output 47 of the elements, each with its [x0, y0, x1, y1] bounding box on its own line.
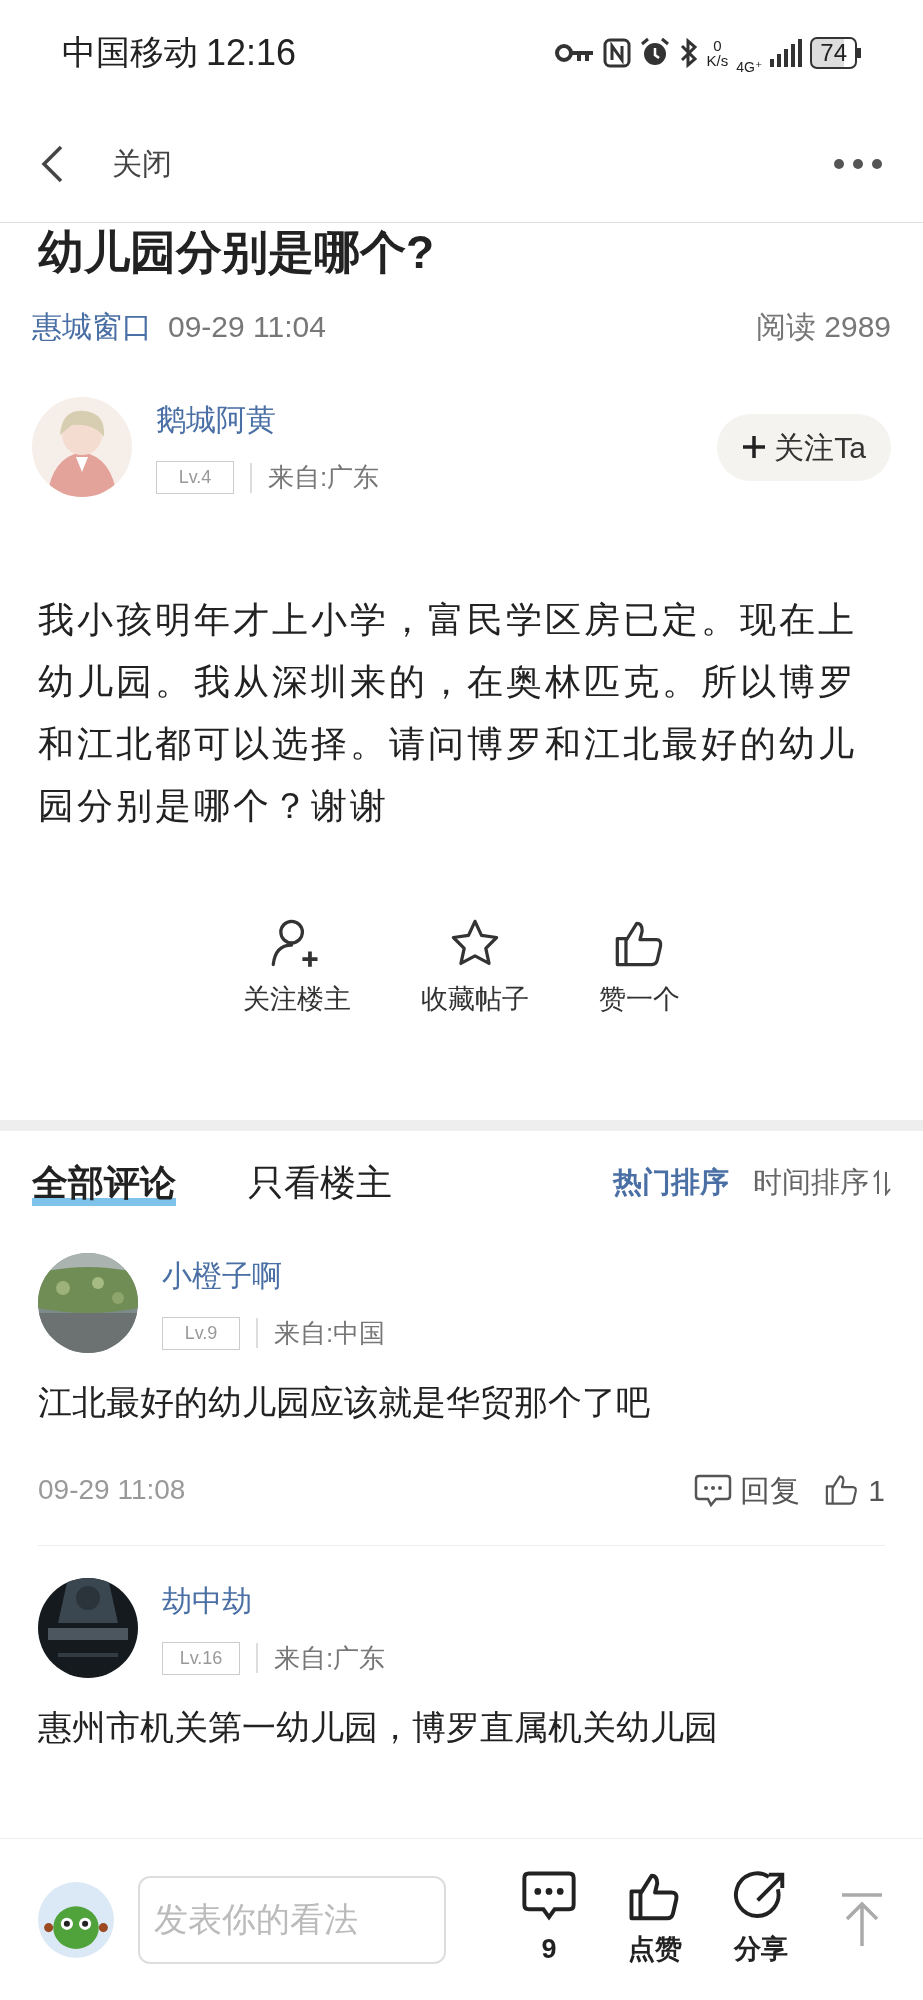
post-title: 幼儿园分别是哪个? [37, 225, 436, 280]
close-link[interactable]: 关闭 [112, 141, 172, 186]
key-icon [554, 41, 595, 64]
sort-icon [873, 1169, 891, 1196]
comment-text: 惠州市机关第一幼儿园，博罗直属机关幼儿园 [38, 1706, 719, 1748]
speed-value: 0 [713, 37, 722, 53]
level-tag: Lv.4 [156, 461, 234, 495]
sort-option[interactable]: 时间排序 [753, 1160, 869, 1205]
back-icon[interactable] [40, 143, 64, 184]
more-icon[interactable] [833, 157, 883, 170]
location-text: 来自:广东 [268, 461, 380, 495]
network-type: 4G⁺ [736, 58, 763, 77]
comment-icon [694, 1473, 733, 1508]
source-link[interactable]: 惠城窗口 [32, 304, 152, 350]
battery-tip-icon [857, 47, 861, 58]
sort-option[interactable]: 热门排序 [613, 1160, 729, 1205]
level-tag: Lv.16 [162, 1641, 240, 1675]
action-button[interactable]: 赞一个 [599, 917, 680, 1020]
level-tag: Lv.9 [162, 1316, 240, 1350]
carrier-name: 中国移动 [62, 32, 198, 73]
battery-level: 74 [810, 36, 857, 69]
post-datetime: 09-29 11:04 [168, 309, 326, 346]
plus-icon [742, 435, 767, 460]
view-count: 阅读 2989 [755, 309, 891, 346]
like-button[interactable]: 点赞 [627, 1869, 683, 1970]
follow-button[interactable]: 关注Ta [717, 413, 891, 481]
action-button[interactable]: 关注楼主 [243, 917, 351, 1020]
post-body: 我小孩明年才上小学，富民学区房已定。现在上幼儿园。我从深圳来的，在奥林匹克。所以博罗和江北都可以选择。请问博罗和江北最好的幼儿园分别是哪个？谢谢 [37, 598, 858, 829]
like-button[interactable]: 1 [824, 1467, 885, 1513]
comment-time: 09-29 11:08 [38, 1473, 186, 1508]
signal-icon [770, 38, 803, 67]
user-name[interactable]: 小橙子啊 [162, 1252, 386, 1298]
share-button[interactable]: 分享 [733, 1869, 789, 1970]
nfc-icon [602, 37, 631, 68]
comments-button[interactable]: 9 [521, 1869, 577, 1970]
clock-time: 12:16 [206, 30, 297, 75]
comment-tab[interactable]: 只看楼主 [248, 1155, 392, 1210]
comment-input[interactable]: 发表你的看法 [138, 1875, 446, 1964]
user-name[interactable]: 鹅城阿黄 [156, 397, 380, 443]
user-name[interactable]: 劫中劫 [162, 1577, 386, 1623]
location-text: 来自:广东 [274, 1641, 386, 1675]
comment-text: 江北最好的幼儿园应该就是华贸那个了吧 [38, 1381, 651, 1423]
location-text: 来自:中国 [274, 1316, 386, 1350]
speed-unit: K/s [706, 52, 729, 68]
reply-button[interactable]: 回复 [694, 1467, 801, 1513]
action-button[interactable]: 收藏帖子 [421, 917, 529, 1020]
bluetooth-icon [678, 37, 699, 68]
